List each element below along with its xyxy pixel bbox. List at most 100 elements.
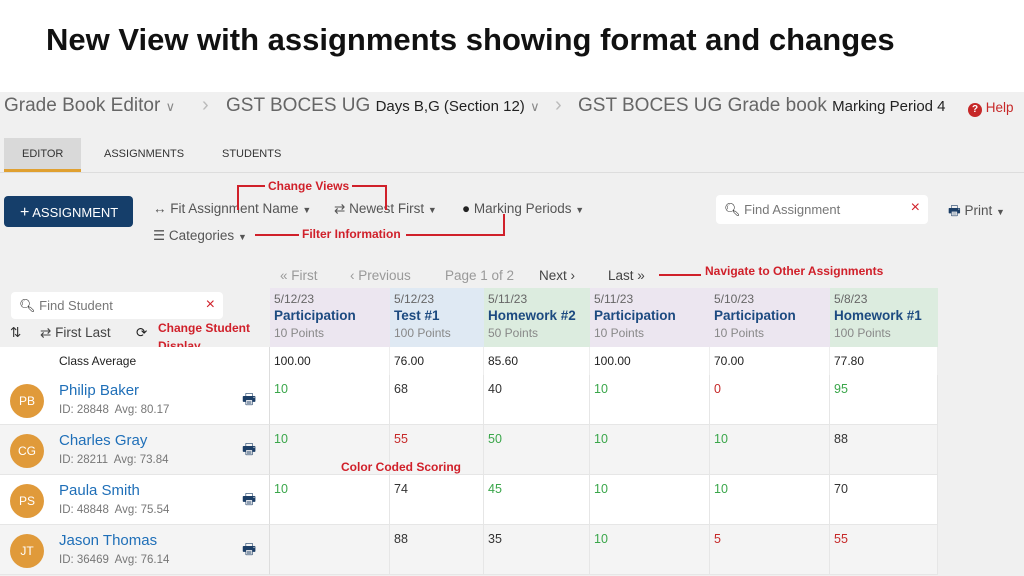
breadcrumb-course[interactable]: GST BOCES UG Days B,G (Section 12) ∨ bbox=[226, 95, 540, 117]
sort-students-button[interactable]: ⇅ bbox=[10, 325, 21, 341]
categories-dropdown[interactable]: ☰ Categories ▼ bbox=[153, 228, 247, 244]
print-student-button[interactable]: 🖶 bbox=[242, 439, 256, 464]
first-page-button[interactable]: « First bbox=[280, 268, 318, 283]
avatar: CG bbox=[10, 434, 44, 468]
annotation-color-coded: Color Coded Scoring bbox=[341, 460, 461, 474]
find-assignment-input[interactable]: 🔍︎ Find Assignment × bbox=[716, 195, 928, 224]
assignment-points: 10 Points bbox=[594, 326, 645, 340]
resize-horizontal-icon: ↔ bbox=[153, 201, 167, 216]
clock-icon: ● bbox=[462, 201, 471, 216]
marking-periods-dropdown[interactable]: ● Marking Periods ▼ bbox=[462, 201, 584, 216]
score-cell[interactable]: 40 bbox=[484, 375, 590, 425]
list-icon: ☰ bbox=[153, 228, 166, 243]
breadcrumb-editor[interactable]: Grade Book Editor ∨ bbox=[4, 95, 175, 117]
score-cell[interactable]: 45 bbox=[484, 475, 590, 525]
score-cell[interactable]: 10 bbox=[710, 475, 830, 525]
last-page-button[interactable]: Last » bbox=[608, 268, 645, 283]
score-cell[interactable]: 10 bbox=[270, 375, 390, 425]
name-order-toggle[interactable]: ⇄ First Last bbox=[40, 325, 111, 341]
refresh-icon[interactable]: ⟳ bbox=[136, 325, 147, 341]
fit-name-dropdown[interactable]: ↔ Fit Assignment Name ▼ bbox=[153, 201, 311, 216]
help-link[interactable]: ? Help bbox=[968, 100, 1014, 117]
first-label: First bbox=[291, 268, 318, 283]
clear-icon[interactable]: × bbox=[911, 199, 920, 217]
score-cell[interactable]: 10 bbox=[590, 375, 710, 425]
assignment-points: 100 Points bbox=[394, 326, 451, 340]
period-label: Marking Period 4 bbox=[832, 98, 946, 115]
score-cell[interactable]: 10 bbox=[710, 425, 830, 475]
periods-label: Marking Periods bbox=[473, 201, 572, 216]
score-cell[interactable]: 70 bbox=[830, 475, 938, 525]
annotation-line bbox=[237, 185, 265, 187]
assignment-header[interactable]: 5/12/23 Participation 10 Points bbox=[270, 288, 390, 347]
student-row[interactable]: PS Paula Smith ID: 48848 Avg: 75.54 🖶 bbox=[0, 475, 270, 525]
assignment-header[interactable]: 5/12/23 Test #1 100 Points bbox=[390, 288, 484, 347]
print-student-button[interactable]: 🖶 bbox=[242, 389, 256, 414]
student-name[interactable]: Jason Thomas bbox=[59, 532, 157, 549]
caret-down-icon: ▼ bbox=[237, 232, 247, 242]
score-cell[interactable]: 74 bbox=[390, 475, 484, 525]
next-page-button[interactable]: Next › bbox=[539, 268, 575, 283]
add-assignment-label: ASSIGNMENT bbox=[32, 205, 119, 220]
assignment-header[interactable]: 5/11/23 Homework #2 50 Points bbox=[484, 288, 590, 347]
page-indicator: Page 1 of 2 bbox=[445, 268, 515, 283]
print-student-button[interactable]: 🖶 bbox=[242, 489, 256, 514]
assignment-points: 10 Points bbox=[274, 326, 325, 340]
score-cell[interactable]: 10 bbox=[590, 475, 710, 525]
avatar: JT bbox=[10, 534, 44, 568]
gradebook-app: Grade Book Editor ∨ › GST BOCES UG Days … bbox=[0, 92, 1024, 576]
score-cell[interactable]: 5 bbox=[710, 525, 830, 575]
score-cell[interactable]: 10 bbox=[590, 425, 710, 475]
student-row[interactable]: JT Jason Thomas ID: 36469 Avg: 76.14 🖶 bbox=[0, 525, 270, 575]
assignment-name: Participation bbox=[594, 308, 676, 323]
score-cell[interactable]: 95 bbox=[830, 375, 938, 425]
score-cell[interactable]: 68 bbox=[390, 375, 484, 425]
print-student-button[interactable]: 🖶 bbox=[242, 539, 256, 564]
clear-icon[interactable]: × bbox=[206, 296, 215, 314]
find-student-input[interactable]: 🔍︎ Find Student × bbox=[11, 292, 223, 319]
print-dropdown[interactable]: 🖶 Print ▼ bbox=[948, 201, 1005, 224]
last-label: Last bbox=[608, 268, 634, 283]
assignment-header[interactable]: 5/11/23 Participation 10 Points bbox=[590, 288, 710, 347]
score-cell[interactable]: 55 bbox=[830, 525, 938, 575]
assignment-header[interactable]: 5/10/23 Participation 10 Points bbox=[710, 288, 830, 347]
annotation-navigate: Navigate to Other Assignments bbox=[705, 264, 884, 278]
add-assignment-button[interactable]: + ASSIGNMENT bbox=[4, 196, 133, 227]
class-average-value: 77.80 bbox=[830, 347, 938, 375]
annotation-line bbox=[503, 214, 505, 236]
tab-editor[interactable]: EDITOR bbox=[4, 138, 82, 172]
score-cell[interactable]: 88 bbox=[390, 525, 484, 575]
printer-icon: 🖶 bbox=[948, 203, 961, 218]
assignment-header[interactable]: 5/8/23 Homework #1 100 Points bbox=[830, 288, 938, 347]
score-cell[interactable] bbox=[270, 525, 390, 575]
class-average-value: 100.00 bbox=[590, 347, 710, 375]
class-average-label: Class Average bbox=[0, 347, 270, 375]
student-name[interactable]: Charles Gray bbox=[59, 432, 147, 449]
student-row[interactable]: CG Charles Gray ID: 28211 Avg: 73.84 🖶 bbox=[0, 425, 270, 475]
chevron-down-icon: ∨ bbox=[165, 99, 176, 114]
student-name[interactable]: Philip Baker bbox=[59, 382, 139, 399]
previous-page-button[interactable]: ‹ Previous bbox=[350, 268, 411, 283]
score-cell[interactable]: 88 bbox=[830, 425, 938, 475]
score-cell[interactable]: 35 bbox=[484, 525, 590, 575]
name-order-label: First Last bbox=[55, 325, 111, 340]
score-cell[interactable]: 50 bbox=[484, 425, 590, 475]
assignment-date: 5/10/23 bbox=[714, 292, 755, 306]
student-row[interactable]: PB Philip Baker ID: 28848 Avg: 80.17 🖶 bbox=[0, 375, 270, 425]
breadcrumb-label: Grade Book Editor bbox=[4, 95, 161, 116]
print-label: Print bbox=[964, 203, 993, 218]
score-cell[interactable]: 10 bbox=[590, 525, 710, 575]
breadcrumb-gradebook[interactable]: GST BOCES UG Grade book Marking Period 4 bbox=[578, 95, 946, 117]
student-name[interactable]: Paula Smith bbox=[59, 482, 140, 499]
caret-down-icon: ▼ bbox=[302, 205, 312, 215]
score-cell[interactable]: 0 bbox=[710, 375, 830, 425]
tab-students[interactable]: STUDENTS bbox=[204, 138, 299, 172]
tab-assignments[interactable]: ASSIGNMENTS bbox=[86, 138, 202, 172]
annotation-line bbox=[659, 274, 701, 276]
assignment-points: 10 Points bbox=[714, 326, 765, 340]
avatar: PS bbox=[10, 484, 44, 518]
annotation-line bbox=[406, 234, 504, 236]
student-info: ID: 36469 Avg: 76.14 bbox=[59, 554, 170, 566]
tab-divider bbox=[0, 172, 1024, 173]
score-cell[interactable]: 10 bbox=[270, 475, 390, 525]
